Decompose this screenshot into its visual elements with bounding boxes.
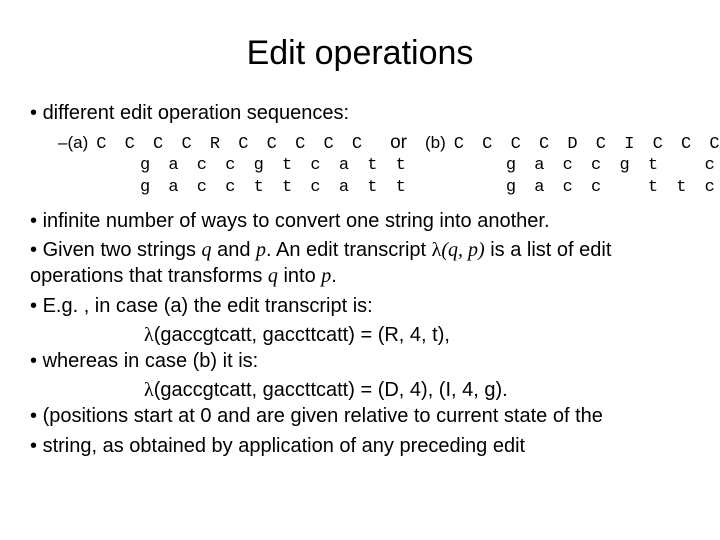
eg-b-line: λ(gaccgtcatt, gaccttcatt) = (D, 4), (I, … <box>144 378 696 404</box>
t: and <box>212 239 256 261</box>
var-q2: q <box>268 265 278 287</box>
seq-b-label: (b) <box>425 132 446 154</box>
bullet-eg-b: whereas in case (b) it is: <box>30 349 696 375</box>
slide-title: Edit operations <box>24 34 696 73</box>
lambda-icon: λ <box>144 324 154 346</box>
seq-or: or <box>390 131 407 155</box>
bullet-intro: different edit operation sequences: <box>30 101 696 127</box>
eg-a-text: (gaccgtcatt, gaccttcatt) = (R, 4, t), <box>154 324 450 346</box>
eg-a-line: λ(gaccgtcatt, gaccttcatt) = (R, 4, t), <box>144 323 696 349</box>
slide-body: different edit operation sequences: (a) … <box>24 101 696 459</box>
bullet-string: string, as obtained by application of an… <box>30 434 696 460</box>
sequence-row-3: g a c c t t c a t t g a c c t t c a t t <box>58 177 696 199</box>
bullet-eg-a: E.g. , in case (a) the edit transcript i… <box>30 294 696 320</box>
lambda-icon: λ <box>432 239 442 261</box>
paren-qp: (q, p) <box>441 239 484 261</box>
seq-b-line2: g a c c g t c a t t <box>506 155 720 177</box>
t: . An edit transcript <box>266 239 432 261</box>
var-p2: p <box>321 265 331 287</box>
dash-icon <box>58 132 67 154</box>
seq-b-line1: C C C C D C I C C C C <box>454 134 720 156</box>
sequence-row-1: (a) C C C C R C C C C C or (b) C C C C D… <box>58 131 696 156</box>
var-p: p <box>256 239 266 261</box>
eg-b-text: (gaccgtcatt, gaccttcatt) = (D, 4), (I, 4… <box>154 379 508 401</box>
slide: Edit operations different edit operation… <box>0 0 720 540</box>
sequence-block: (a) C C C C R C C C C C or (b) C C C C D… <box>58 131 696 199</box>
seq-b-line3: g a c c t t c a t t <box>506 177 720 199</box>
t: . <box>331 265 337 287</box>
bullet-positions: (positions start at 0 and are given rela… <box>30 404 696 430</box>
seq-a-label: (a) <box>67 132 88 154</box>
t: Given two strings <box>43 239 202 261</box>
sequence-row-2: g a c c g t c a t t g a c c g t c a t t <box>58 155 696 177</box>
t: into <box>278 265 321 287</box>
bullet-infinite: infinite number of ways to convert one s… <box>30 209 696 235</box>
var-q: q <box>202 239 212 261</box>
seq-a-line1: C C C C R C C C C C <box>96 134 366 156</box>
seq-a-line3: g a c c t t c a t t <box>140 177 410 199</box>
bullet-given: Given two strings q and p. An edit trans… <box>30 238 696 289</box>
seq-a-line2: g a c c g t c a t t <box>140 155 410 177</box>
lambda-icon: λ <box>144 379 154 401</box>
